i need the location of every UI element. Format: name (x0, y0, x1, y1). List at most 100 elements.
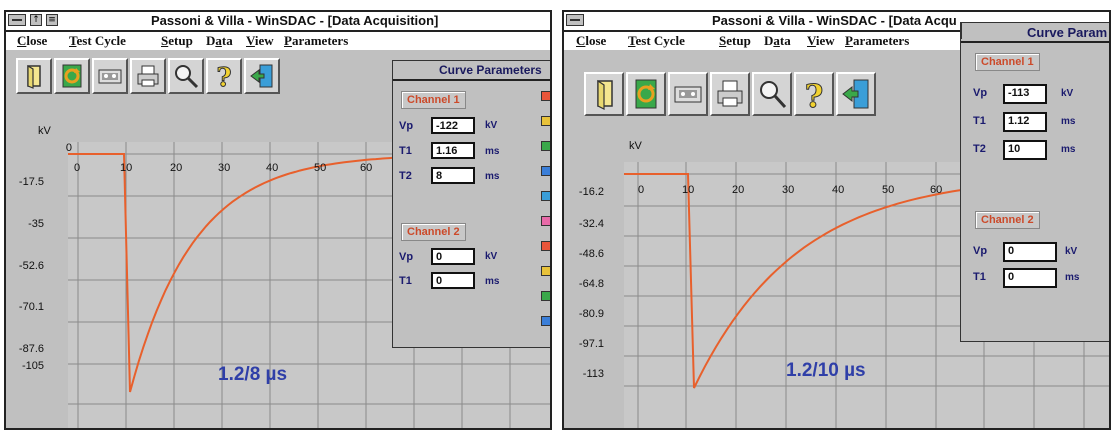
t1-label: T1 (973, 115, 986, 127)
menu-parameters[interactable]: Parameters (284, 33, 348, 49)
help-button[interactable]: ? (206, 58, 242, 94)
tape-button[interactable] (668, 72, 708, 116)
printer-icon (717, 80, 743, 107)
ch2-vp-unit: kV (1065, 246, 1078, 257)
ch2-vp-unit: kV (485, 251, 498, 262)
y-tick: -32.4 (578, 218, 604, 230)
help-icon: ? (216, 63, 232, 91)
ch2-t1-unit: ms (485, 276, 500, 287)
channel-color-swatch[interactable] (541, 141, 550, 151)
ch2-t1-label: T1 (399, 275, 412, 287)
channel-color-swatch[interactable] (541, 241, 550, 251)
menu-parameters[interactable]: Parameters (845, 33, 909, 49)
panel-divider (393, 79, 550, 81)
exit-button[interactable] (836, 72, 876, 116)
restore-button[interactable]: ≡ (46, 14, 58, 26)
open-file-button[interactable] (584, 72, 624, 116)
test-cycle-button[interactable] (626, 72, 666, 116)
y-tick: -80.9 (578, 308, 604, 320)
y-tick: -87.6 (18, 343, 44, 355)
zoom-button[interactable] (752, 72, 792, 116)
waveform-annotation: 1.2/8 µs (218, 364, 288, 385)
t2-label: T2 (973, 143, 986, 155)
y-tick: -48.6 (578, 248, 604, 260)
channel-color-swatch[interactable] (541, 191, 550, 201)
channel-color-swatch[interactable] (541, 116, 550, 126)
menu-close[interactable]: Close (576, 33, 606, 49)
panel-title: Curve Param (1027, 25, 1108, 40)
print-button[interactable] (130, 58, 166, 94)
open-file-icon (27, 64, 41, 89)
channel-color-swatch[interactable] (541, 216, 550, 226)
menu-view[interactable]: View (807, 33, 835, 49)
refresh-cycle-icon (635, 79, 657, 109)
menu-setup[interactable]: Setup (719, 33, 751, 49)
t2-unit: ms (485, 171, 500, 182)
menu-test-cycle[interactable]: Test Cycle (628, 33, 685, 49)
channel-color-swatch[interactable] (541, 166, 550, 176)
channel-color-swatch[interactable] (541, 316, 550, 326)
ch2-vp-label: Vp (973, 245, 988, 257)
x-tick: 10 (120, 162, 133, 174)
system-menu-button[interactable] (8, 14, 26, 26)
exit-icon (250, 64, 273, 88)
t2-field[interactable]: 10 (1003, 140, 1047, 160)
t1-field[interactable]: 1.16 (431, 142, 475, 159)
right-window: Passoni & Villa - WinSDAC - [Data Acqu C… (562, 10, 1111, 430)
ch2-t1-field[interactable]: 0 (431, 272, 475, 289)
tape-button[interactable] (92, 58, 128, 94)
x-tick: 20 (170, 162, 183, 174)
window-title: Passoni & Villa - WinSDAC - [Data Acqu (712, 13, 957, 28)
ch2-t1-field[interactable]: 0 (1003, 268, 1057, 288)
x-tick: 0 (638, 184, 645, 196)
panel-restore-button[interactable] (961, 23, 982, 39)
t1-label: T1 (399, 145, 412, 157)
vp-unit: kV (1061, 88, 1074, 99)
x-tick: 40 (266, 162, 279, 174)
menu-data[interactable]: Data (206, 33, 233, 49)
vp-field[interactable]: -122 (431, 117, 475, 134)
maximize-button[interactable]: ↑ (30, 14, 42, 26)
open-file-button[interactable] (16, 58, 52, 94)
x-tick: 30 (782, 184, 795, 196)
ch2-vp-field[interactable]: 0 (431, 248, 475, 265)
open-file-icon (597, 79, 613, 110)
menu-setup[interactable]: Setup (161, 33, 193, 49)
print-button[interactable] (710, 72, 750, 116)
x-tick: 10 (682, 184, 695, 196)
tape-icon (98, 69, 122, 84)
title-bar: ↑ ≡ Passoni & Villa - WinSDAC - [Data Ac… (6, 12, 550, 32)
channel-1-label: Channel 1 (401, 91, 466, 109)
exit-button[interactable] (244, 58, 280, 94)
t2-field[interactable]: 8 (431, 167, 475, 184)
channel-color-swatch[interactable] (541, 291, 550, 301)
menu-close[interactable]: Close (17, 33, 47, 49)
zoom-icon (175, 65, 199, 89)
menu-test-cycle[interactable]: Test Cycle (69, 33, 126, 49)
zoom-button[interactable] (168, 58, 204, 94)
x-tick: 50 (314, 162, 327, 174)
ch2-vp-field[interactable]: 0 (1003, 242, 1057, 262)
menu-view[interactable]: View (246, 33, 274, 49)
y-tick: -64.8 (578, 278, 604, 290)
y-tick: -52.6 (18, 260, 44, 272)
curve-parameters-panel: Curve Param Channel 1 Vp -113 kV T1 1.12… (960, 22, 1109, 342)
curve-parameters-panel: Curve Parameters Channel 1 Vp -122 kV T1… (392, 60, 550, 348)
channel-color-swatch[interactable] (541, 91, 550, 101)
x-tick: 50 (882, 184, 895, 196)
channel-color-swatch[interactable] (541, 266, 550, 276)
vp-field[interactable]: -113 (1003, 84, 1047, 104)
test-cycle-button[interactable] (54, 58, 90, 94)
panel-title: Curve Parameters (439, 63, 542, 77)
x-tick: 20 (732, 184, 745, 196)
y-tick: -16.2 (578, 186, 604, 198)
x-tick: 0 (74, 162, 81, 174)
t1-field[interactable]: 1.12 (1003, 112, 1047, 132)
tape-icon (674, 86, 702, 103)
waveform-annotation: 1.2/10 µs (786, 360, 866, 381)
y-tick: -97.1 (578, 338, 604, 350)
menu-data[interactable]: Data (764, 33, 791, 49)
help-button[interactable]: ? (794, 72, 834, 116)
y-axis-unit: kV (38, 125, 51, 137)
system-menu-button[interactable] (566, 14, 584, 26)
